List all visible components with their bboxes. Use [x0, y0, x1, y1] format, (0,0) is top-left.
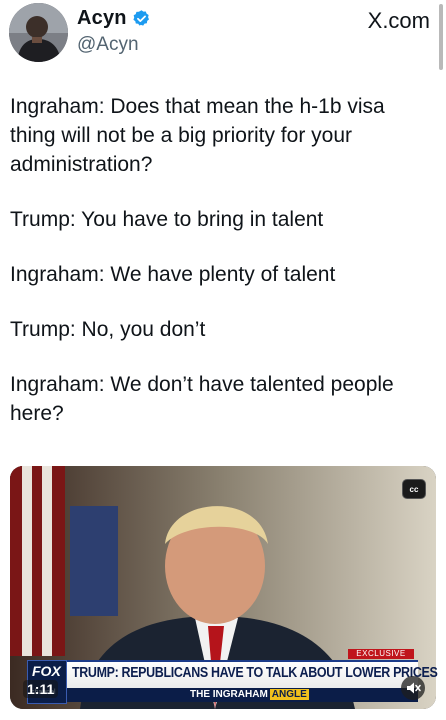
- channel-logo-text: FOX: [32, 663, 61, 679]
- show-name-suffix: ANGLE: [269, 689, 309, 700]
- display-name[interactable]: Acyn: [77, 7, 127, 30]
- name-row: Acyn: [77, 7, 151, 30]
- video-timestamp: 1:11: [23, 680, 59, 698]
- exclusive-label: EXCLUSIVE: [348, 649, 414, 659]
- tweet-line: Trump: You have to bring in talent: [10, 208, 324, 231]
- avatar[interactable]: [9, 3, 68, 62]
- tweet-line: Trump: No, you don’t: [10, 318, 206, 341]
- scrollbar[interactable]: [439, 4, 443, 70]
- show-name-prefix: THE INGRAHAM: [190, 689, 268, 700]
- tweet-line: Ingraham: We don’t have talented people …: [10, 373, 394, 425]
- video-headline: TRUMP: REPUBLICANS HAVE TO TALK ABOUT LO…: [72, 665, 438, 681]
- speaker-muted-icon: [407, 682, 421, 694]
- mute-button[interactable]: [401, 676, 425, 700]
- verified-badge-icon: [133, 10, 149, 26]
- show-name: THE INGRAHAM ANGLE: [190, 689, 309, 700]
- tweet-line: Ingraham: Does that mean the h-1b visa t…: [10, 95, 385, 176]
- handle[interactable]: @Acyn: [77, 34, 139, 56]
- source-label: X.com: [367, 8, 430, 33]
- tweet-header: Acyn @Acyn X.com: [0, 0, 446, 80]
- tweet-text: Ingraham: Does that mean the h-1b visa t…: [10, 92, 430, 454]
- tweet-line: Ingraham: We have plenty of talent: [10, 263, 336, 286]
- closed-captions-button[interactable]: cc: [402, 479, 426, 499]
